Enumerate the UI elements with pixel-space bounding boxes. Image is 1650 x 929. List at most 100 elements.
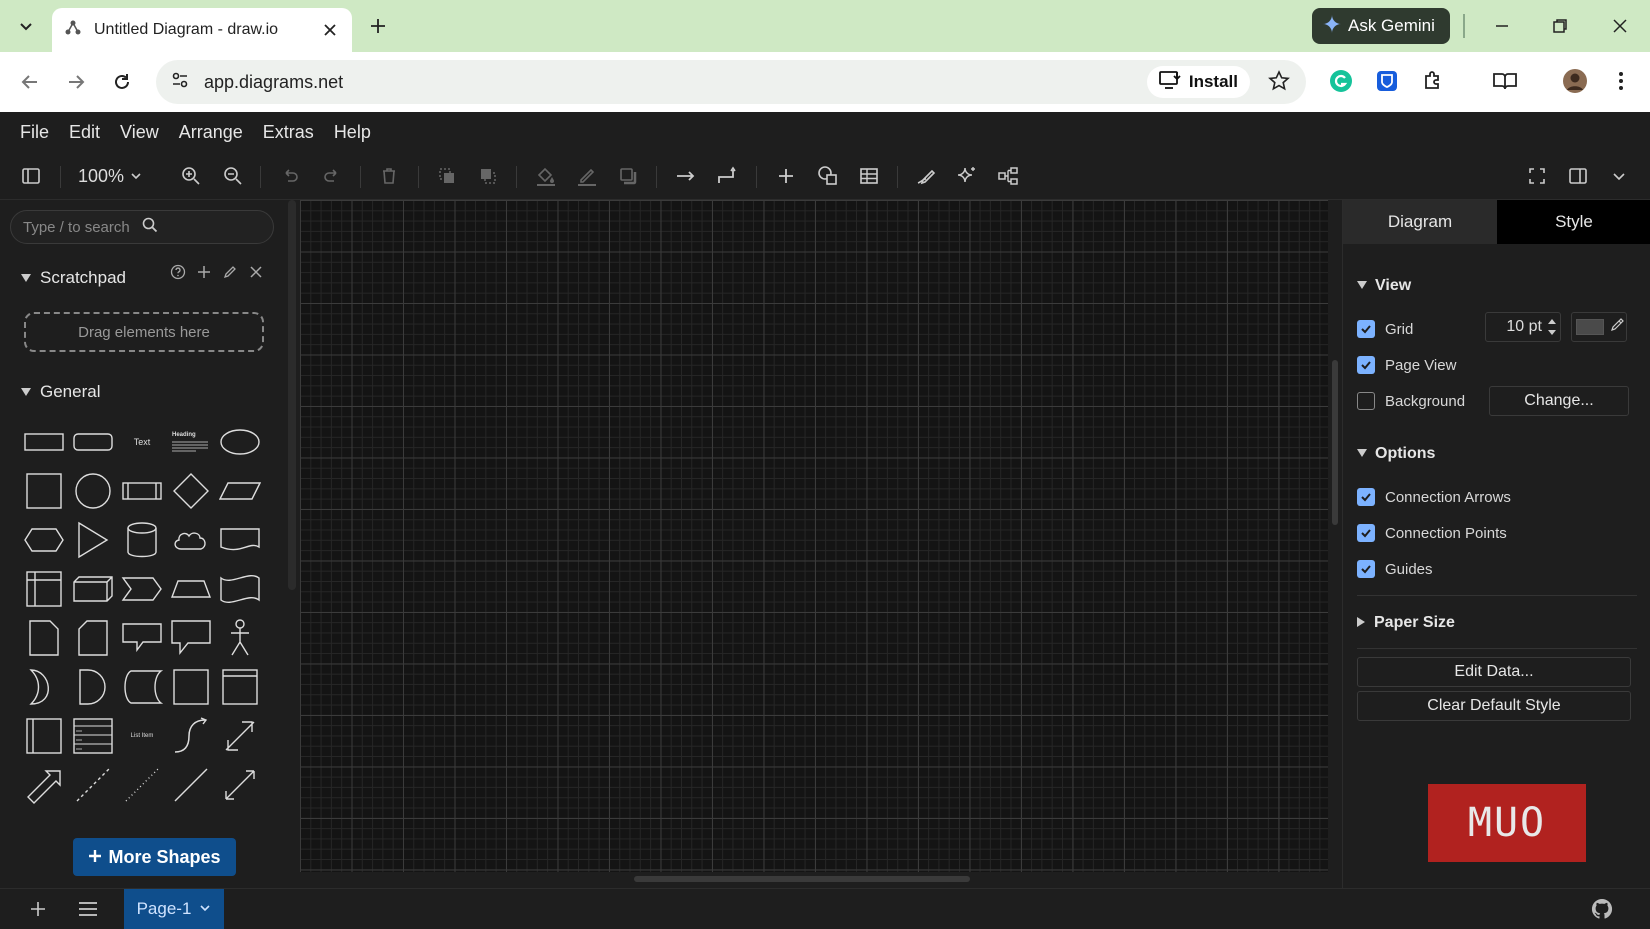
- search-icon[interactable]: [142, 217, 261, 237]
- profile-avatar[interactable]: [1560, 66, 1590, 96]
- shape-swimlane[interactable]: [218, 665, 262, 709]
- clear-default-style-button[interactable]: Clear Default Style: [1357, 691, 1631, 721]
- shape-dotted-line[interactable]: [120, 763, 164, 807]
- shapes-scrollbar[interactable]: [288, 200, 296, 590]
- eyedropper-icon[interactable]: [1610, 317, 1624, 337]
- zoom-in-icon[interactable]: [177, 162, 205, 190]
- shape-step[interactable]: [120, 567, 164, 611]
- shape-data-storage[interactable]: [120, 665, 164, 709]
- add-page-plus-icon[interactable]: [28, 899, 48, 924]
- shape-card[interactable]: [71, 616, 115, 660]
- tab-style[interactable]: Style: [1497, 200, 1650, 244]
- grid-option[interactable]: Grid: [1357, 320, 1413, 338]
- chevron-down-icon[interactable]: [199, 899, 211, 919]
- shape-rectangle[interactable]: [22, 420, 66, 464]
- window-close-icon[interactable]: [1606, 12, 1634, 40]
- table-icon[interactable]: [855, 162, 883, 190]
- more-shapes-button[interactable]: More Shapes: [73, 838, 236, 876]
- connection-points-option[interactable]: Connection Points: [1357, 524, 1507, 542]
- shape-textbox[interactable]: Heading: [169, 420, 213, 464]
- shape-search-input[interactable]: Type / to search: [10, 210, 274, 244]
- change-background-button[interactable]: Change...: [1489, 386, 1629, 416]
- format-panel-toggle-icon[interactable]: [17, 162, 45, 190]
- scratchpad-dropzone[interactable]: Drag elements here: [24, 312, 264, 352]
- menu-file[interactable]: File: [10, 122, 59, 143]
- menu-view[interactable]: View: [110, 122, 169, 143]
- shape-bidirectional-arrow[interactable]: [218, 714, 262, 758]
- collapse-toolbar-chevron-icon[interactable]: [1605, 162, 1633, 190]
- close-icon[interactable]: [248, 264, 264, 285]
- background-option[interactable]: Background: [1357, 392, 1465, 410]
- grid-size-input[interactable]: 10 pt: [1485, 312, 1561, 342]
- redo-icon[interactable]: [318, 162, 346, 190]
- shape-internal-storage[interactable]: [22, 567, 66, 611]
- connection-arrows-checkbox[interactable]: [1357, 488, 1375, 506]
- browser-tab-active[interactable]: Untitled Diagram - draw.io: [52, 8, 352, 52]
- install-app-button[interactable]: Install: [1146, 66, 1250, 98]
- diagram-canvas[interactable]: [300, 200, 1328, 872]
- zoom-dropdown[interactable]: 100%: [78, 166, 142, 187]
- restore-icon[interactable]: [1546, 12, 1574, 40]
- shape-container[interactable]: [169, 665, 213, 709]
- github-icon[interactable]: [1590, 897, 1614, 926]
- back-arrow-icon[interactable]: [16, 68, 44, 96]
- shadow-icon[interactable]: [614, 162, 642, 190]
- shape-rounded-rectangle[interactable]: [71, 420, 115, 464]
- tab-diagram[interactable]: Diagram: [1343, 200, 1497, 244]
- freehand-draw-icon[interactable]: [912, 162, 940, 190]
- shape-trapezoid[interactable]: [169, 567, 213, 611]
- shape-list[interactable]: [71, 714, 115, 758]
- fill-color-icon[interactable]: [532, 162, 560, 190]
- ask-gemini-button[interactable]: Ask Gemini: [1312, 8, 1450, 44]
- url-text[interactable]: app.diagrams.net: [204, 72, 343, 93]
- waypoints-icon[interactable]: [713, 162, 741, 190]
- scratchpad-header[interactable]: Scratchpad: [20, 268, 126, 288]
- canvas-horizontal-scrollbar[interactable]: [634, 876, 970, 882]
- edit-pencil-icon[interactable]: [222, 264, 238, 285]
- shape-document[interactable]: [218, 518, 262, 562]
- layout-diagram-icon[interactable]: [994, 162, 1022, 190]
- ai-sparkle-icon[interactable]: [953, 162, 981, 190]
- delete-trash-icon[interactable]: [375, 162, 403, 190]
- guides-option[interactable]: Guides: [1357, 560, 1433, 578]
- menu-extras[interactable]: Extras: [253, 122, 324, 143]
- grid-checkbox[interactable]: [1357, 320, 1375, 338]
- reading-mode-icon[interactable]: [1490, 66, 1520, 96]
- to-front-icon[interactable]: [433, 162, 461, 190]
- shape-vertical-container[interactable]: [22, 714, 66, 758]
- shape-cloud[interactable]: [169, 518, 213, 562]
- view-section-header[interactable]: View: [1357, 277, 1411, 295]
- shape-tape[interactable]: [218, 567, 262, 611]
- shape-circle[interactable]: [71, 469, 115, 513]
- menu-help[interactable]: Help: [324, 122, 381, 143]
- shape-square[interactable]: [22, 469, 66, 513]
- options-section-header[interactable]: Options: [1357, 445, 1435, 463]
- help-icon[interactable]: [170, 264, 186, 285]
- pages-menu-icon[interactable]: [77, 899, 99, 924]
- shape-hexagon[interactable]: [22, 518, 66, 562]
- shape-dashed-line[interactable]: [71, 763, 115, 807]
- shape-note[interactable]: [22, 616, 66, 660]
- shape-ellipse[interactable]: [218, 420, 262, 464]
- tab-search-chevron-icon[interactable]: [12, 12, 40, 40]
- grid-color-picker[interactable]: [1571, 312, 1627, 342]
- shape-double-arrow-line[interactable]: [218, 763, 262, 807]
- shape-curve[interactable]: [169, 714, 213, 758]
- connection-arrows-option[interactable]: Connection Arrows: [1357, 488, 1511, 506]
- canvas-vertical-scrollbar[interactable]: [1332, 360, 1338, 525]
- omnibox[interactable]: app.diagrams.net Install: [156, 60, 1306, 104]
- menu-edit[interactable]: Edit: [59, 122, 110, 143]
- undo-icon[interactable]: [276, 162, 304, 190]
- browser-menu-kebab-icon[interactable]: [1606, 66, 1636, 96]
- extensions-puzzle-icon[interactable]: [1418, 66, 1448, 96]
- shape-or[interactable]: [22, 665, 66, 709]
- background-checkbox[interactable]: [1357, 392, 1375, 410]
- line-color-icon[interactable]: [573, 162, 601, 190]
- grammarly-icon[interactable]: [1326, 66, 1356, 96]
- reload-icon[interactable]: [108, 68, 136, 96]
- connection-points-checkbox[interactable]: [1357, 524, 1375, 542]
- page-view-option[interactable]: Page View: [1357, 356, 1456, 374]
- edit-data-button[interactable]: Edit Data...: [1357, 657, 1631, 687]
- tab-close-icon[interactable]: [320, 20, 340, 40]
- shape-arrow[interactable]: [22, 763, 66, 807]
